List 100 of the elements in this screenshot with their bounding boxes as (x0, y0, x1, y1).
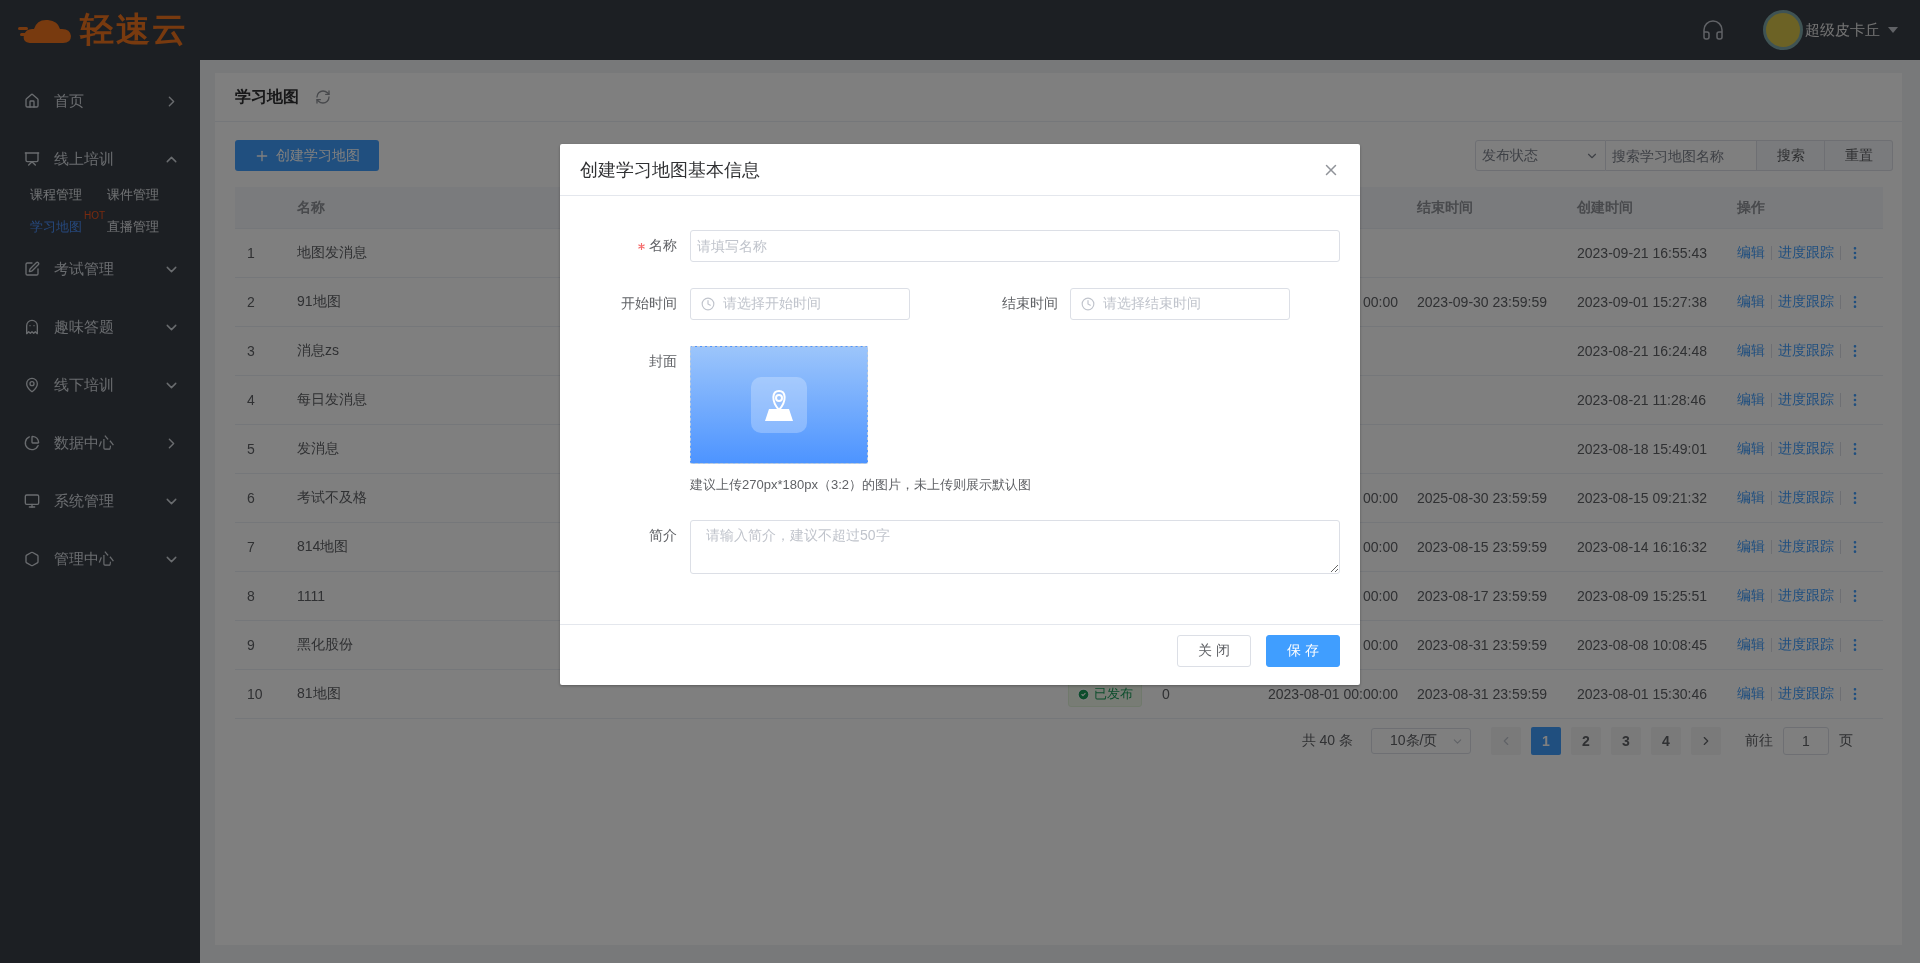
field-label: 封面 (649, 353, 677, 371)
action-link[interactable]: 进度跟踪 (1778, 440, 1834, 458)
check-icon (1077, 687, 1090, 701)
page-button[interactable]: 4 (1651, 727, 1681, 755)
table-cell: 2025-08-30 23:59:59 (1417, 490, 1547, 506)
clock-icon (701, 297, 715, 311)
table-cell: 2023-08-15 23:59:59 (1417, 539, 1547, 555)
field-label: 简介 (649, 527, 677, 545)
sidebar-item[interactable]: 系统管理 (0, 472, 200, 530)
action-link[interactable]: 编辑 (1737, 391, 1765, 409)
table-cell: 00:00 (1362, 539, 1398, 555)
sidebar-item[interactable]: 考试管理 (0, 240, 200, 298)
cover-upload[interactable] (690, 346, 868, 464)
user-name[interactable]: 超级皮卡丘 (1805, 20, 1880, 40)
table-cell: 2023-08-31 23:59:59 (1417, 637, 1547, 653)
field-label: 结束时间 (1002, 295, 1058, 313)
create-button[interactable]: 创建学习地图 (235, 140, 379, 171)
page-suffix: 页 (1839, 732, 1853, 750)
action-link[interactable]: 进度跟踪 (1778, 538, 1834, 556)
map-pin-icon (751, 377, 807, 433)
table-cell: 黑化股份 (297, 636, 353, 654)
action-link[interactable]: 编辑 (1737, 636, 1765, 654)
field-label: 开始时间 (621, 295, 677, 313)
page-button[interactable]: 1 (1531, 727, 1561, 755)
sidebar-item[interactable]: 数据中心 (0, 414, 200, 472)
start-time-field[interactable]: 请选择开始时间 (690, 288, 910, 320)
sidebar-item[interactable]: 线下培训 (0, 356, 200, 414)
page-input[interactable]: 1 (1783, 727, 1829, 755)
page-title: 学习地图 (235, 86, 299, 107)
table-cell: 00:00 (1362, 637, 1398, 653)
page-button[interactable]: 2 (1571, 727, 1601, 755)
table-cell: 3 (247, 343, 255, 359)
field-label: 名称 (649, 237, 677, 255)
action-link[interactable]: 编辑 (1737, 587, 1765, 605)
intro-field[interactable]: 请输入简介，建议不超过50字 (690, 520, 1340, 574)
close-button[interactable]: 关 闭 (1177, 635, 1251, 667)
table-cell: 1111 (297, 588, 326, 604)
action-link[interactable]: 进度跟踪 (1778, 342, 1834, 360)
table-cell: 2023-09-30 23:59:59 (1417, 294, 1547, 310)
hot-label: HOT (84, 210, 106, 221)
action-link[interactable]: 进度跟踪 (1778, 489, 1834, 507)
headset-icon[interactable] (1701, 18, 1725, 42)
reset-button[interactable]: 重置 (1825, 140, 1893, 171)
page-size-select[interactable]: 10条/页 (1371, 728, 1471, 754)
table-cell: 2023-08-17 23:59:59 (1417, 588, 1547, 604)
action-link[interactable]: 编辑 (1737, 538, 1765, 556)
table-cell: 发消息 (297, 440, 339, 458)
prev-page-button[interactable] (1491, 727, 1521, 755)
action-link[interactable]: 进度跟踪 (1778, 391, 1834, 409)
page-button[interactable]: 3 (1611, 727, 1641, 755)
monitor-icon (24, 493, 40, 509)
table-cell: 10 (247, 686, 263, 702)
save-button[interactable]: 保 存 (1266, 635, 1340, 667)
ghost-icon (24, 319, 40, 335)
submenu-item[interactable]: 直播管理 (107, 210, 159, 236)
action-link[interactable]: 进度跟踪 (1778, 244, 1834, 262)
caret-icon[interactable] (1888, 27, 1898, 33)
hexagon-icon (24, 551, 40, 567)
sidebar-item[interactable]: 趣味答题 (0, 298, 200, 356)
action-link[interactable]: 编辑 (1737, 244, 1765, 262)
action-link[interactable]: 编辑 (1737, 489, 1765, 507)
table-cell: 消息zs (297, 342, 339, 360)
next-page-button[interactable] (1691, 727, 1721, 755)
action-link[interactable]: 编辑 (1737, 342, 1765, 360)
action-link[interactable]: 编辑 (1737, 440, 1765, 458)
search-button[interactable]: 搜索 (1757, 140, 1825, 171)
table-cell: 9 (247, 637, 255, 653)
action-link[interactable]: 进度跟踪 (1778, 293, 1834, 311)
table-cell: 91地图 (297, 293, 341, 311)
table-cell: 00:00 (1362, 490, 1398, 506)
name-field[interactable]: 请填写名称 (690, 230, 1340, 262)
submenu-item[interactable]: 学习地图 (30, 210, 82, 236)
dialog-title: 创建学习地图基本信息 (580, 158, 760, 182)
action-link[interactable]: 编辑 (1737, 293, 1765, 311)
table-cell: 2023-08-08 10:08:45 (1577, 637, 1707, 653)
presentation-icon (24, 151, 40, 167)
status-select[interactable]: 发布状态 (1475, 140, 1606, 171)
table-cell: 00:00 (1362, 294, 1398, 310)
table-cell: 地图发消息 (297, 244, 367, 262)
map-pin-icon (24, 377, 40, 393)
table-cell: 5 (247, 441, 255, 457)
pie-chart-icon (24, 435, 40, 451)
table-cell: 2023-08-21 11:28:46 (1577, 392, 1706, 408)
action-link[interactable]: 进度跟踪 (1778, 685, 1834, 703)
table-cell: 1 (247, 245, 255, 261)
cover-hint: 建议上传270px*180px（3:2）的图片，未上传则展示默认图 (690, 476, 1031, 494)
search-field[interactable]: 搜索学习地图名称 (1606, 140, 1757, 171)
sidebar-item[interactable]: 管理中心 (0, 530, 200, 588)
refresh-icon[interactable] (315, 89, 331, 105)
action-link[interactable]: 进度跟踪 (1778, 587, 1834, 605)
sidebar-item[interactable]: 首页 (0, 72, 200, 130)
end-time-field[interactable]: 请选择结束时间 (1070, 288, 1290, 320)
table-cell: 2023-09-21 16:55:43 (1577, 245, 1707, 261)
table-cell: 2023-08-09 15:25:51 (1577, 588, 1707, 604)
avatar[interactable] (1763, 10, 1803, 50)
action-link[interactable]: 编辑 (1737, 685, 1765, 703)
table-cell: 2023-09-01 15:27:38 (1577, 294, 1707, 310)
table-cell: 考试不及格 (297, 489, 367, 507)
table-cell: 4 (247, 392, 255, 408)
action-link[interactable]: 进度跟踪 (1778, 636, 1834, 654)
